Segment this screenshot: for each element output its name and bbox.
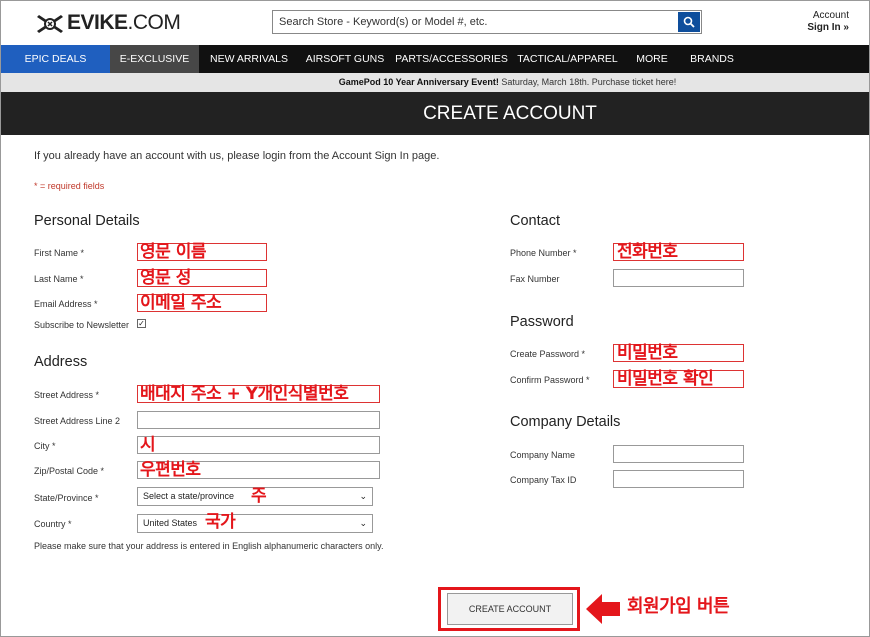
annotation-email: 이메일 주소 [140,293,222,313]
search-bar [272,10,702,34]
first-name-label: First Name * [34,248,85,258]
annotation-confirm-password: 비밀번호 확인 [617,369,714,389]
evike-logo[interactable]: EVIKE.COM [35,9,181,37]
nav-e-exclusive[interactable]: E-EXCLUSIVE [110,45,199,73]
street2-field[interactable] [137,411,380,429]
annotation-create-password: 비밀번호 [617,343,678,363]
annotation-street: 배대지 주소 + Y개인식별번호 [140,384,349,404]
personal-details-heading: Personal Details [34,213,140,229]
annotation-zip: 우편번호 [140,460,201,480]
required-fields-note: * = required fields [34,181,105,191]
company-tax-label: Company Tax ID [510,475,577,485]
street-label: Street Address * [34,390,100,400]
company-tax-field[interactable] [613,470,744,488]
company-name-label: Company Name [510,450,576,460]
fax-field[interactable] [613,269,744,287]
password-heading: Password [510,314,574,330]
annotation-city: 시 [140,435,156,455]
chevron-down-icon: ⌄ [359,518,367,528]
newsletter-checkbox[interactable]: ✓ [137,319,146,328]
zip-label: Zip/Postal Code * [34,466,105,476]
nav-airsoft-guns[interactable]: AIRSOFT GUNS [299,45,391,73]
address-heading: Address [34,354,88,370]
company-name-field[interactable] [613,445,744,463]
contact-heading: Contact [510,213,560,229]
nav-parts-accessories[interactable]: PARTS/ACCESSORIES [391,45,512,73]
create-account-button[interactable]: CREATE ACCOUNT [447,593,573,625]
sign-in-link[interactable]: Sign In » [807,22,849,34]
address-note: Please make sure that your address is en… [34,541,384,551]
arrow-left-icon [586,594,620,624]
crossed-rifles-icon [37,15,63,33]
main-nav: EPIC DEALS E-EXCLUSIVE NEW ARRIVALS AIRS… [1,45,869,73]
account-label: Account [812,10,849,21]
promo-banner[interactable]: GamePod 10 Year Anniversary Event! Satur… [1,73,869,92]
annotation-submit: 회원가입 버튼 [627,596,730,617]
country-select[interactable]: United States ⌄ [137,514,373,533]
fax-label: Fax Number [510,274,560,284]
chevron-down-icon: ⌄ [359,491,367,501]
city-field[interactable] [137,436,380,454]
annotation-first-name: 영문 이름 [140,242,206,262]
search-input[interactable] [273,11,675,33]
email-label: Email Address * [34,299,98,309]
state-select-value: Select a state/province [143,491,235,501]
newsletter-label: Subscribe to Newsletter [34,320,130,330]
nav-brands[interactable]: BRANDS [681,45,743,73]
state-label: State/Province * [34,493,99,503]
logo-text: EVIKE.COM [67,11,181,34]
country-label: Country * [34,519,72,529]
promo-text: Saturday, March 18th. Purchase ticket he… [498,77,677,87]
nav-new-arrivals[interactable]: NEW ARRIVALS [199,45,299,73]
annotation-state: 주 [251,486,267,506]
annotation-last-name: 영문 성 [140,268,191,288]
page-title: CREATE ACCOUNT [1,92,869,135]
search-button[interactable] [678,12,700,32]
city-label: City * [34,441,56,451]
annotation-phone: 전화번호 [617,242,678,262]
site-header: EVIKE.COM Account Sign In » [1,1,869,45]
annotation-country: 국가 [205,512,236,532]
company-details-heading: Company Details [510,414,621,430]
create-password-label: Create Password * [510,349,586,359]
nav-tactical-apparel[interactable]: TACTICAL/APPAREL [512,45,623,73]
last-name-label: Last Name * [34,274,84,284]
street2-label: Street Address Line 2 [34,416,121,426]
confirm-password-label: Confirm Password * [510,375,590,385]
search-icon [683,16,695,28]
nav-more[interactable]: MORE [623,45,681,73]
account-menu[interactable]: Account Sign In » [807,10,849,34]
phone-label: Phone Number * [510,248,577,258]
country-select-value: United States [143,518,198,528]
nav-epic-deals[interactable]: EPIC DEALS [1,45,110,73]
intro-text: If you already have an account with us, … [34,150,440,162]
promo-bold: GamePod 10 Year Anniversary Event! [338,77,499,87]
